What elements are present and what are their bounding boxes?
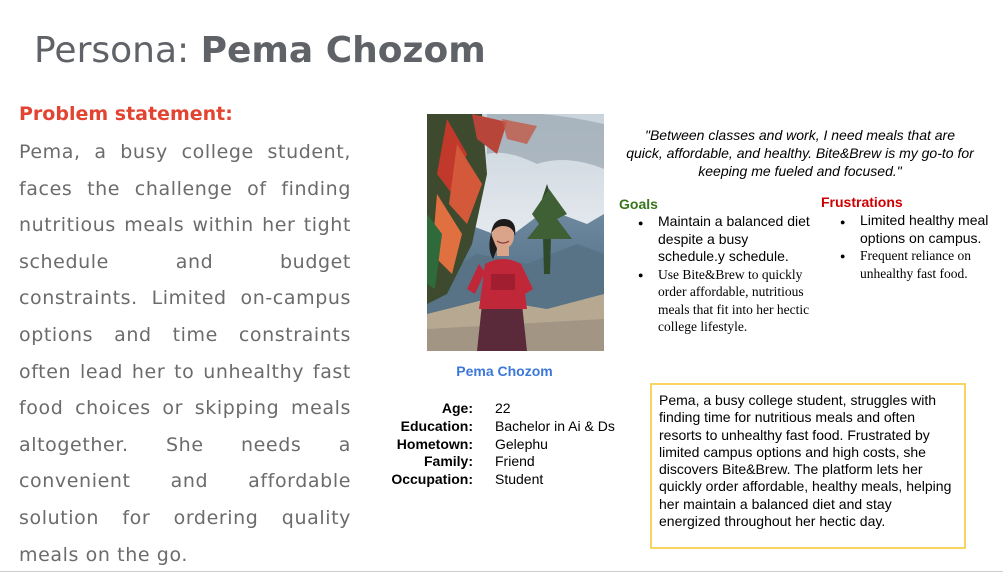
hometown-label: Hometown:	[396, 435, 473, 452]
frustrations-list: Limited healthy meal options on campus. …	[832, 212, 1003, 282]
age-value: 22	[495, 400, 511, 416]
occupation-label: Occupation:	[391, 471, 473, 488]
age-label: Age:	[441, 400, 473, 416]
goals-heading: Goals	[619, 196, 658, 212]
title-name: Pema Chozom	[200, 30, 486, 71]
persona-name-caption: Pema Chozom	[456, 363, 553, 379]
persona-info-values: 22 Bachelor in Ai & Ds Gelephu Friend St…	[495, 400, 635, 489]
family-label: Family:	[423, 453, 473, 470]
occupation-value: Student	[495, 471, 544, 488]
goal-item: Use Bite&Brew to quickly order affordabl…	[630, 266, 815, 336]
frustration-item: Frequent reliance on unhealthy fast food…	[832, 247, 1003, 282]
persona-info-labels: Age: Education: Hometown: Family: Occupa…	[378, 400, 473, 489]
problem-statement-text: Pema, a busy college student, faces the …	[19, 141, 351, 566]
persona-photo-illustration	[427, 114, 604, 351]
education-value: Bachelor in Ai & Ds	[495, 417, 615, 434]
frustration-item: Limited healthy meal options on campus.	[832, 212, 1003, 247]
title-prefix: Persona:	[34, 30, 201, 71]
frustrations-heading: Frustrations	[821, 194, 903, 210]
hometown-value: Gelephu	[495, 435, 548, 452]
education-label: Education:	[400, 417, 473, 434]
family-value: Friend	[495, 453, 535, 470]
page-title: Persona: Pema Chozom	[34, 30, 486, 71]
persona-photo	[427, 114, 604, 351]
persona-summary-box: Pema, a busy college student, struggles …	[650, 383, 966, 549]
goals-list: Maintain a balanced diet despite a busy …	[630, 213, 815, 336]
persona-quote: "Between classes and work, I need meals …	[626, 127, 974, 179]
problem-statement-label: Problem statement:	[19, 103, 233, 125]
bottom-divider	[0, 571, 1003, 572]
goal-item: Maintain a balanced diet despite a busy …	[630, 213, 815, 266]
